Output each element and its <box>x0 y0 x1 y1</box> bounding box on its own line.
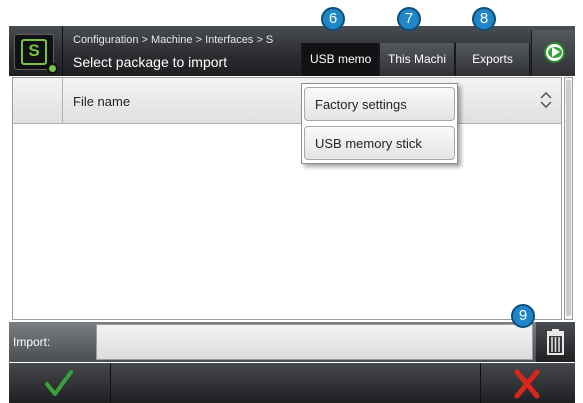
confirm-button[interactable] <box>9 363 111 403</box>
callout-badge-7: 7 <box>397 7 421 31</box>
gear-icon <box>47 63 58 74</box>
next-arrow-icon <box>544 42 565 63</box>
next-button[interactable] <box>531 30 575 76</box>
callout-badge-8: 8 <box>472 7 496 31</box>
table-scrollbar[interactable] <box>564 77 573 320</box>
sort-icon[interactable] <box>539 92 553 108</box>
tab-usb-memory[interactable]: USB memo <box>301 43 379 76</box>
app-logo[interactable]: S <box>14 34 58 74</box>
screen: S Configuration > Machine > Interfaces >… <box>9 26 575 403</box>
source-dropdown-menu: Factory settings USB memory stick <box>301 83 458 164</box>
footer-bar <box>9 363 575 403</box>
header-divider <box>62 26 63 76</box>
callout-badge-9: 9 <box>511 304 535 328</box>
scrollbar-thumb[interactable] <box>566 80 571 316</box>
callout-badge-6: 6 <box>321 7 345 31</box>
tab-exports[interactable]: Exports <box>455 43 530 76</box>
tab-this-machine[interactable]: This Machi <box>379 43 455 76</box>
menu-item-factory-settings[interactable]: Factory settings <box>304 87 455 121</box>
trash-icon <box>547 329 564 355</box>
import-row: Import: <box>9 322 575 362</box>
table-header: File name <box>13 78 561 124</box>
column-file-name[interactable]: File name <box>73 94 130 109</box>
import-label: Import: <box>13 335 51 349</box>
cross-icon <box>514 369 540 399</box>
file-table: File name <box>12 77 562 320</box>
breadcrumb: Configuration > Machine > Interfaces > S <box>73 34 274 46</box>
cancel-button[interactable] <box>480 363 575 403</box>
select-column-header[interactable] <box>13 78 63 124</box>
delete-button[interactable] <box>536 322 575 362</box>
checkmark-icon <box>45 370 73 396</box>
import-field[interactable] <box>96 324 533 360</box>
page-title: Select package to import <box>73 54 228 70</box>
header-bar: S Configuration > Machine > Interfaces >… <box>9 26 575 76</box>
settings-logo-icon: S <box>21 39 47 65</box>
menu-item-usb-memory-stick[interactable]: USB memory stick <box>304 126 455 160</box>
